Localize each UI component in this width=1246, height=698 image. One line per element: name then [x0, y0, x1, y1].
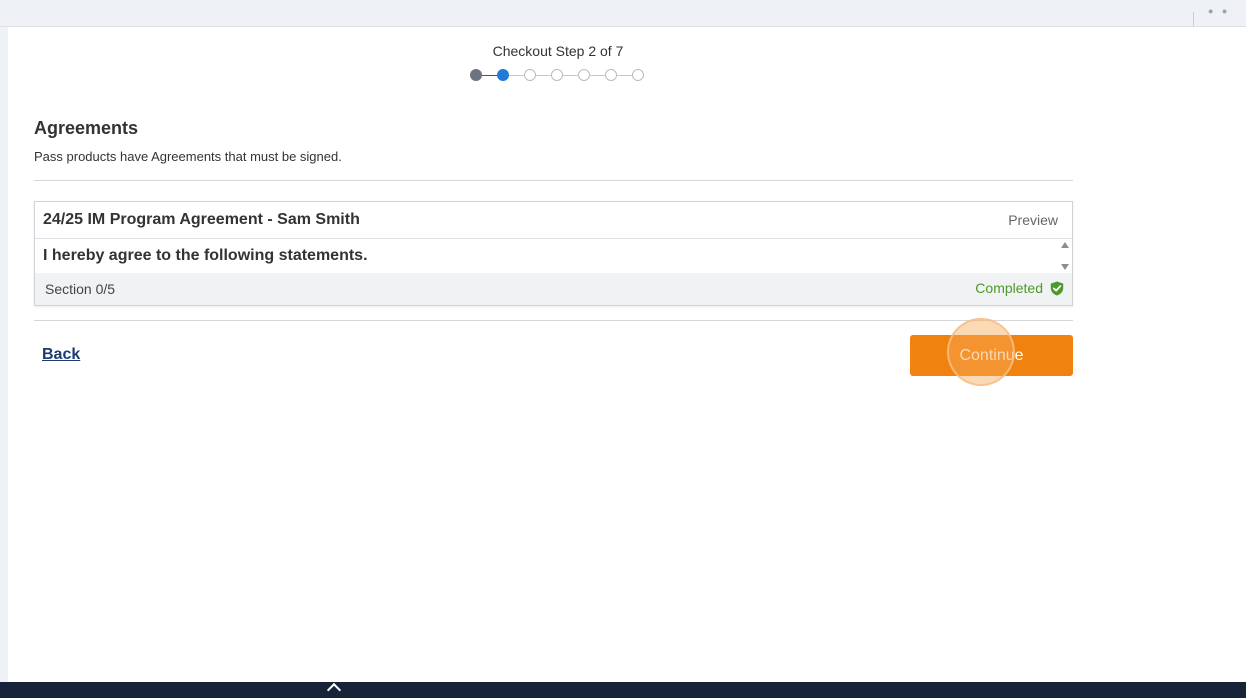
step-dot [497, 69, 509, 81]
step-dot [524, 69, 536, 81]
shield-check-icon [1050, 281, 1064, 295]
agreements-description: Pass products have Agreements that must … [34, 149, 342, 164]
agreements-heading: Agreements [34, 118, 139, 138]
step-dot [605, 69, 617, 81]
completed-status: Completed [975, 280, 1064, 296]
preview-link[interactable]: Preview [1008, 212, 1058, 228]
footer-bar [0, 682, 1246, 698]
step-connector [482, 75, 497, 76]
chevron-up-icon[interactable] [326, 682, 342, 698]
step-dot [632, 69, 644, 81]
agreement-card-footer: Section 0/5 Completed [35, 273, 1072, 305]
more-options-icon[interactable]: ● ● [1208, 6, 1230, 16]
agreement-statement: I hereby agree to the following statemen… [43, 247, 368, 264]
step-connector [509, 75, 524, 76]
step-dot [578, 69, 590, 81]
step-dot [551, 69, 563, 81]
toolbar-divider [1193, 12, 1194, 26]
step-connector [590, 75, 605, 76]
agreement-title: 24/25 IM Program Agreement - Sam Smith [43, 211, 360, 228]
scroll-up-arrow-icon[interactable] [1061, 242, 1069, 248]
divider [34, 320, 1073, 321]
continue-button[interactable]: Continue [910, 335, 1073, 376]
back-link[interactable]: Back [42, 346, 80, 364]
checkout-step-label: Checkout Step 2 of 7 [492, 43, 624, 59]
scroll-down-arrow-icon[interactable] [1061, 264, 1069, 270]
step-connector [536, 75, 551, 76]
checkout-page: Checkout Step 2 of 7 Agreements Pass pro… [8, 27, 1246, 682]
agreement-card: 24/25 IM Program Agreement - Sam Smith P… [34, 201, 1073, 306]
divider [34, 180, 1073, 181]
step-connector [563, 75, 578, 76]
browser-top-bar: ● ● [0, 0, 1246, 27]
completed-label: Completed [975, 280, 1043, 296]
step-connector [617, 75, 632, 76]
section-progress: Section 0/5 [45, 281, 116, 297]
step-dot [470, 69, 482, 81]
card-divider [35, 238, 1072, 239]
